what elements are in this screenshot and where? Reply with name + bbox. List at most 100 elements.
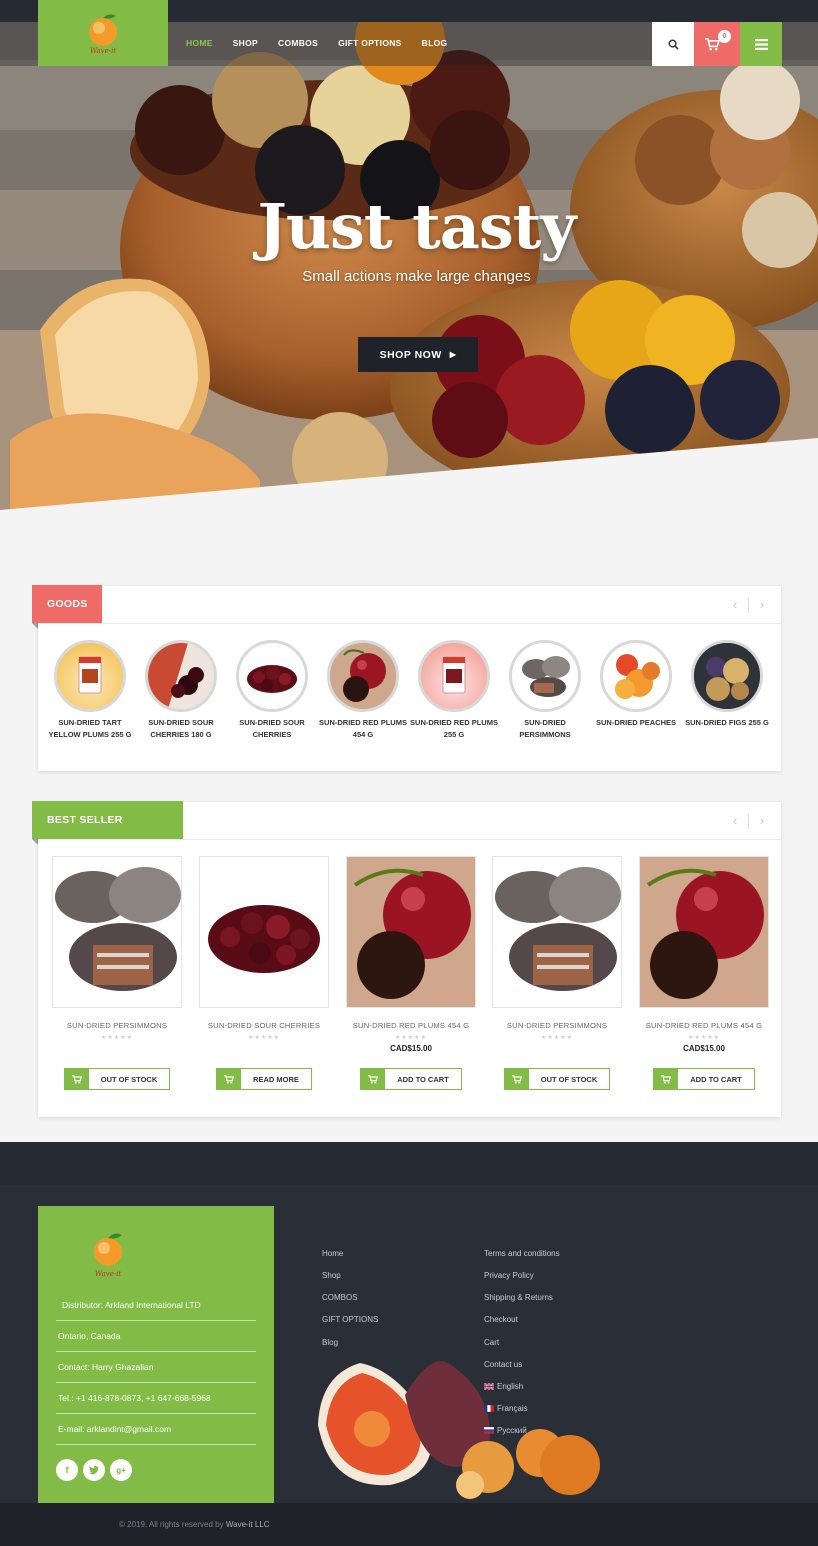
product-name[interactable]: SUN-DRIED RED PLUMS 454 G [638,1021,770,1030]
contact-text: Contact: Harry Ghazalian [58,1362,154,1372]
goods-item[interactable]: SUN-DRIED RED PLUMS 255 G [409,640,499,741]
rating-stars: ★★★★★ [541,1035,573,1041]
read-more-button[interactable]: READ MORE [216,1068,312,1090]
footer-link-privacy[interactable]: Privacy Policy [484,1271,534,1280]
product-card: SUN-DRIED SOUR CHERRIES ★★★★★ READ MORE [198,856,330,1090]
product-price: CAD$15.00 [390,1044,432,1053]
google-plus-icon[interactable]: g+ [110,1459,132,1481]
shop-now-button[interactable]: SHOP NOW ▶ [358,337,478,372]
goods-carousel-arrows: ‹ › [728,597,769,613]
peach-logo-icon: Wave-it [89,14,117,55]
hamburger-menu-button[interactable] [740,22,782,66]
product-image[interactable] [199,856,329,1008]
divider [56,1444,256,1445]
cart-count-badge: 0 [718,30,731,43]
product-price [491,1044,623,1055]
footer-link-home[interactable]: Home [322,1249,343,1258]
product-card: SUN-DRIED RED PLUMS 454 G ★★★★★ CAD$15.0… [345,856,477,1090]
product-image[interactable] [346,856,476,1008]
goods-item[interactable]: SUN-DRIED PEACHES [591,640,681,729]
goods-item[interactable]: SUN-DRIED SOUR CHERRIES [227,640,317,741]
nav-shop[interactable]: SHOP [233,38,258,48]
goods-item-image [600,640,672,712]
divider [56,1413,256,1414]
location-text: Ontario, Canada [58,1331,121,1341]
product-name[interactable]: SUN-DRIED SOUR CHERRIES [198,1021,330,1030]
contact-card: Wave-it Distributor: Arkland Internation… [38,1206,274,1503]
product-name[interactable]: SUN-DRIED PERSIMMONS [51,1021,183,1030]
product-name[interactable]: SUN-DRIED RED PLUMS 454 G [345,1021,477,1030]
hero-title: Just tasty [257,190,577,263]
prev-arrow-icon[interactable]: ‹ [728,813,742,829]
product-card: SUN-DRIED RED PLUMS 454 G ★★★★★ CAD$15.0… [638,856,770,1090]
site-logo[interactable]: Wave-it [38,0,168,66]
divider [56,1351,256,1352]
nav-blog[interactable]: BLOG [422,38,448,48]
add-to-cart-button[interactable]: ADD TO CART [653,1068,755,1090]
goods-item-image [509,640,581,712]
language-english[interactable]: English [484,1382,523,1391]
footer-link-blog[interactable]: Blog [322,1338,338,1347]
product-card: SUN-DRIED PERSIMMONS ★★★★★ OUT OF STOCK [51,856,183,1090]
goods-item-name: SUN-DRIED PERSIMMONS [519,718,571,739]
next-arrow-icon[interactable]: › [755,813,769,829]
footer-link-checkout[interactable]: Checkout [484,1315,518,1324]
twitter-icon[interactable] [83,1459,105,1481]
goods-item-name: SUN-DRIED TART YELLOW PLUMS 255 G [48,718,132,739]
footer-link-shipping[interactable]: Shipping & Returns [484,1293,553,1302]
product-image[interactable] [639,856,769,1008]
hero-banner: Wave-it HOME SHOP COMBOS GIFT OPTIONS BL… [0,0,818,520]
next-arrow-icon[interactable]: › [755,597,769,613]
best-seller-carousel-arrows: ‹ › [728,813,769,829]
goods-item[interactable]: SUN-DRIED RED PLUMS 454 G [318,640,408,741]
goods-item[interactable]: SUN-DRIED FIGS 255 G [682,640,772,729]
goods-item[interactable]: SUN-DRIED SOUR CHERRIES 180 G [136,640,226,741]
rating-stars: ★★★★★ [101,1035,133,1041]
main-nav: HOME SHOP COMBOS GIFT OPTIONS BLOG [186,38,467,48]
divider [56,1382,256,1383]
product-price: CAD$15.00 [683,1044,725,1053]
language-russian[interactable]: Русский [484,1426,527,1435]
product-name[interactable]: SUN-DRIED PERSIMMONS [491,1021,623,1030]
product-image[interactable] [52,856,182,1008]
nav-home[interactable]: HOME [186,38,213,48]
goods-item-image [236,640,308,712]
search-button[interactable] [652,22,694,66]
language-french[interactable]: Français [484,1404,528,1413]
prev-arrow-icon[interactable]: ‹ [728,597,742,613]
cart-icon [704,37,720,50]
out-of-stock-button[interactable]: OUT OF STOCK [504,1068,610,1090]
cart-icon [217,1069,241,1089]
product-image[interactable] [492,856,622,1008]
cart-icon [654,1069,678,1089]
footer-link-combos[interactable]: COMBOS [322,1293,358,1302]
arrow-divider [748,813,749,829]
footer-link-contact[interactable]: Contact us [484,1360,522,1369]
footer-link-cart[interactable]: Cart [484,1338,499,1347]
rating-stars: ★★★★★ [395,1035,427,1041]
goods-item[interactable]: SUN-DRIED TART YELLOW PLUMS 255 G [45,640,135,741]
distributor-text: Distributor: Arkland International LTD [62,1300,201,1310]
nav-combos[interactable]: COMBOS [278,38,318,48]
goods-item[interactable]: SUN-DRIED PERSIMMONS [500,640,590,741]
rating-stars: ★★★★★ [688,1035,720,1041]
company-link[interactable]: Wave-it LLC [226,1520,270,1529]
footer-link-shop[interactable]: Shop [322,1271,341,1280]
footer-link-gift-options[interactable]: GIFT OPTIONS [322,1315,378,1324]
svg-text:Wave-it: Wave-it [90,47,116,55]
best-seller-panel: BEST SELLER ‹ › SUN-DRIED PERSIMMONS ★★★… [32,801,781,1117]
goods-item-image [418,640,490,712]
search-icon [668,39,679,50]
rating-stars: ★★★★★ [248,1035,280,1041]
hamburger-icon [754,38,768,50]
product-price [51,1044,183,1055]
add-to-cart-button[interactable]: ADD TO CART [360,1068,462,1090]
out-of-stock-button[interactable]: OUT OF STOCK [64,1068,170,1090]
cart-button[interactable] [694,22,740,66]
goods-item-image [327,640,399,712]
france-flag-icon [484,1405,494,1412]
footer-link-terms[interactable]: Terms and conditions [484,1249,560,1258]
facebook-icon[interactable]: f [56,1459,78,1481]
goods-panel: GOODS ‹ › SUN-DRIED TART YELLOW PLUMS 25… [32,585,781,771]
nav-gift-options[interactable]: GIFT OPTIONS [338,38,402,48]
